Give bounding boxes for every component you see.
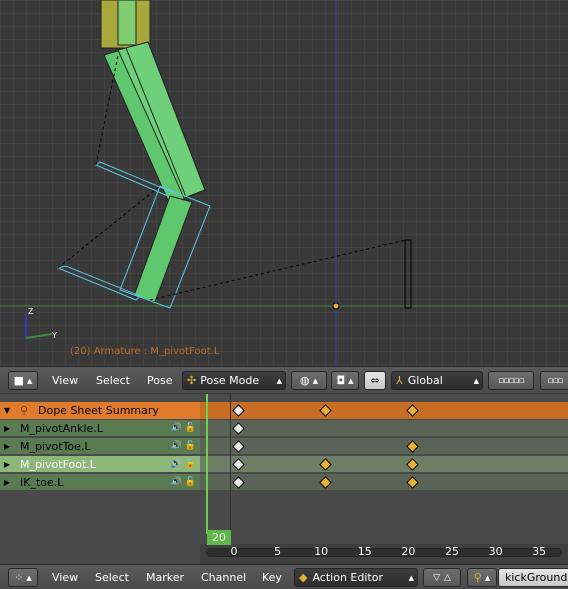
lock-icon[interactable]: 🔓 [185,441,196,451]
cube-icon: ■ [13,374,24,387]
channel-row[interactable]: ▶ IK_toe.L 🔊 🔓 [0,474,200,491]
frame-ruler[interactable]: 0 5 10 15 20 25 30 35 [200,544,568,564]
menu-marker[interactable]: Marker [146,571,184,584]
expand-icon[interactable]: ▶ [0,478,14,487]
dopesheet-editor-icon: ⁘ [14,571,24,584]
speaker-icon[interactable]: 🔊 [171,477,182,487]
current-frame-badge: 20 [207,530,231,545]
transform-orientation-icon: ⅄ [396,374,403,387]
dopesheet-icon: ⚲ [20,404,29,417]
pivot-icon: ◘ [336,374,346,387]
channel-label: IK_toe.L [20,475,64,489]
timeline-scrollbar[interactable] [206,548,562,557]
origin-marker [332,302,340,310]
action-browse-button[interactable]: ⚲ ▲ [467,568,497,587]
channel-row[interactable]: ▶ M_pivotAnkle.L 🔊 🔓 [0,420,200,437]
playhead[interactable] [206,394,208,534]
channel-strip [200,438,568,455]
channel-list: ▼ ⚲ Dope Sheet Summary ▶ M_pivotAnkle.L … [0,394,200,564]
expand-icon[interactable]: ▶ [0,424,14,433]
editor-type-button[interactable]: ■ ▲ [8,371,38,390]
editor-type-button[interactable]: ⁘ ▲ [8,568,38,587]
channel-label: M_pivotToe.L [20,439,91,453]
layers-icon: ▫▫▫ [547,375,563,386]
manipulator-toggle[interactable]: ⇔ [364,371,386,390]
menu-pose[interactable]: Pose [147,374,172,387]
sphere-icon: ◍ [300,374,310,387]
speaker-icon[interactable]: 🔊 [171,441,182,451]
ruler-tick-label: 25 [445,545,459,558]
summary-strip [200,402,568,419]
chevron-down-icon[interactable]: ▽ [433,573,440,583]
action-name-field[interactable]: kickGround [498,568,568,587]
menu-select[interactable]: Select [96,374,130,387]
expand-icon[interactable]: ▶ [0,442,14,451]
ruler-tick-label: 5 [274,545,282,558]
channel-row[interactable]: ▶ M_pivotToe.L 🔊 🔓 [0,438,200,455]
dopesheet-timeline[interactable] [200,394,568,564]
ruler-tick-label: 20 [401,545,416,558]
orientation-select[interactable]: ⅄ Global ▲ [391,371,483,390]
shading-button[interactable]: ◍ ▲ [291,371,327,390]
svg-text:Y: Y [51,331,57,340]
bone-thigh [100,0,151,49]
ruler-tick-label: 15 [357,545,372,558]
viewport-canvas: Z Y [0,0,568,366]
svg-text:Z: Z [28,307,34,316]
menu-view[interactable]: View [52,374,78,387]
channel-label: Dope Sheet Summary [38,404,159,417]
lock-icon[interactable]: 🔓 [185,423,196,433]
action-name: kickGround [505,571,568,584]
chevron-up-icon[interactable]: △ [444,573,451,583]
mode-select[interactable]: ✣ Pose Mode ▲ [182,371,286,390]
keyframe-nav-buttons[interactable]: ▽ △ [423,568,461,587]
pivot-button[interactable]: ◘ ▲ [331,371,359,390]
channel-label: M_pivotFoot.L [20,457,96,471]
viewport-status-text: (20) Armature : M_pivotFoot.L [70,346,220,357]
viewport-header: ■ ▲ View Select Pose ✣ Pose Mode ▲ ◍ ▲ ◘ ▲ … [0,366,568,393]
menu-view[interactable]: View [52,571,78,584]
ruler-tick-label: 30 [488,545,503,558]
speaker-icon[interactable]: 🔊 [171,423,182,433]
3d-viewport[interactable]: Z Y (20) Armature : M_pivotFoot.L [0,0,568,366]
ruler-tick-label: 0 [230,545,238,558]
pose-mode-icon: ✣ [187,374,197,387]
menu-select[interactable]: Select [95,571,129,584]
manipulator-icon: ⇔ [370,374,380,387]
expand-icon[interactable]: ▶ [0,460,14,469]
dopesheet-mode-select[interactable]: ◆ Action Editor ▲ [294,568,418,587]
channel-summary[interactable]: ▼ ⚲ Dope Sheet Summary [0,402,200,419]
channel-strip [200,474,568,491]
menu-channel[interactable]: Channel [201,571,246,584]
mode-label: Pose Mode [200,374,260,387]
collapse-icon[interactable]: ▼ [0,406,14,415]
menu-key[interactable]: Key [262,571,282,584]
speaker-icon[interactable]: 🔊 [171,459,182,469]
layers-icon: ▫▫▫▫▫ [498,375,524,386]
channel-strip [200,456,568,473]
channel-row[interactable]: ▶ M_pivotFoot.L 🔊 🔓 [0,456,200,473]
channel-strip [200,420,568,437]
layers-block-2[interactable]: ▫▫▫ [540,371,568,390]
ruler-tick-label: 35 [532,545,547,558]
mode-label: Action Editor [312,571,383,584]
action-browse-icon: ⚲ [473,571,482,584]
ruler-tick-label: 10 [314,545,329,558]
action-icon: ◆ [299,571,308,584]
channel-label: M_pivotAnkle.L [20,421,103,435]
dopesheet-header: ⁘ ▲ View Select Marker Channel Key ◆ Acti… [0,564,568,589]
orientation-label: Global [407,374,443,387]
lock-icon[interactable]: 🔓 [185,459,196,469]
layers-block-1[interactable]: ▫▫▫▫▫ [488,371,534,390]
lock-icon[interactable]: 🔓 [185,477,196,487]
